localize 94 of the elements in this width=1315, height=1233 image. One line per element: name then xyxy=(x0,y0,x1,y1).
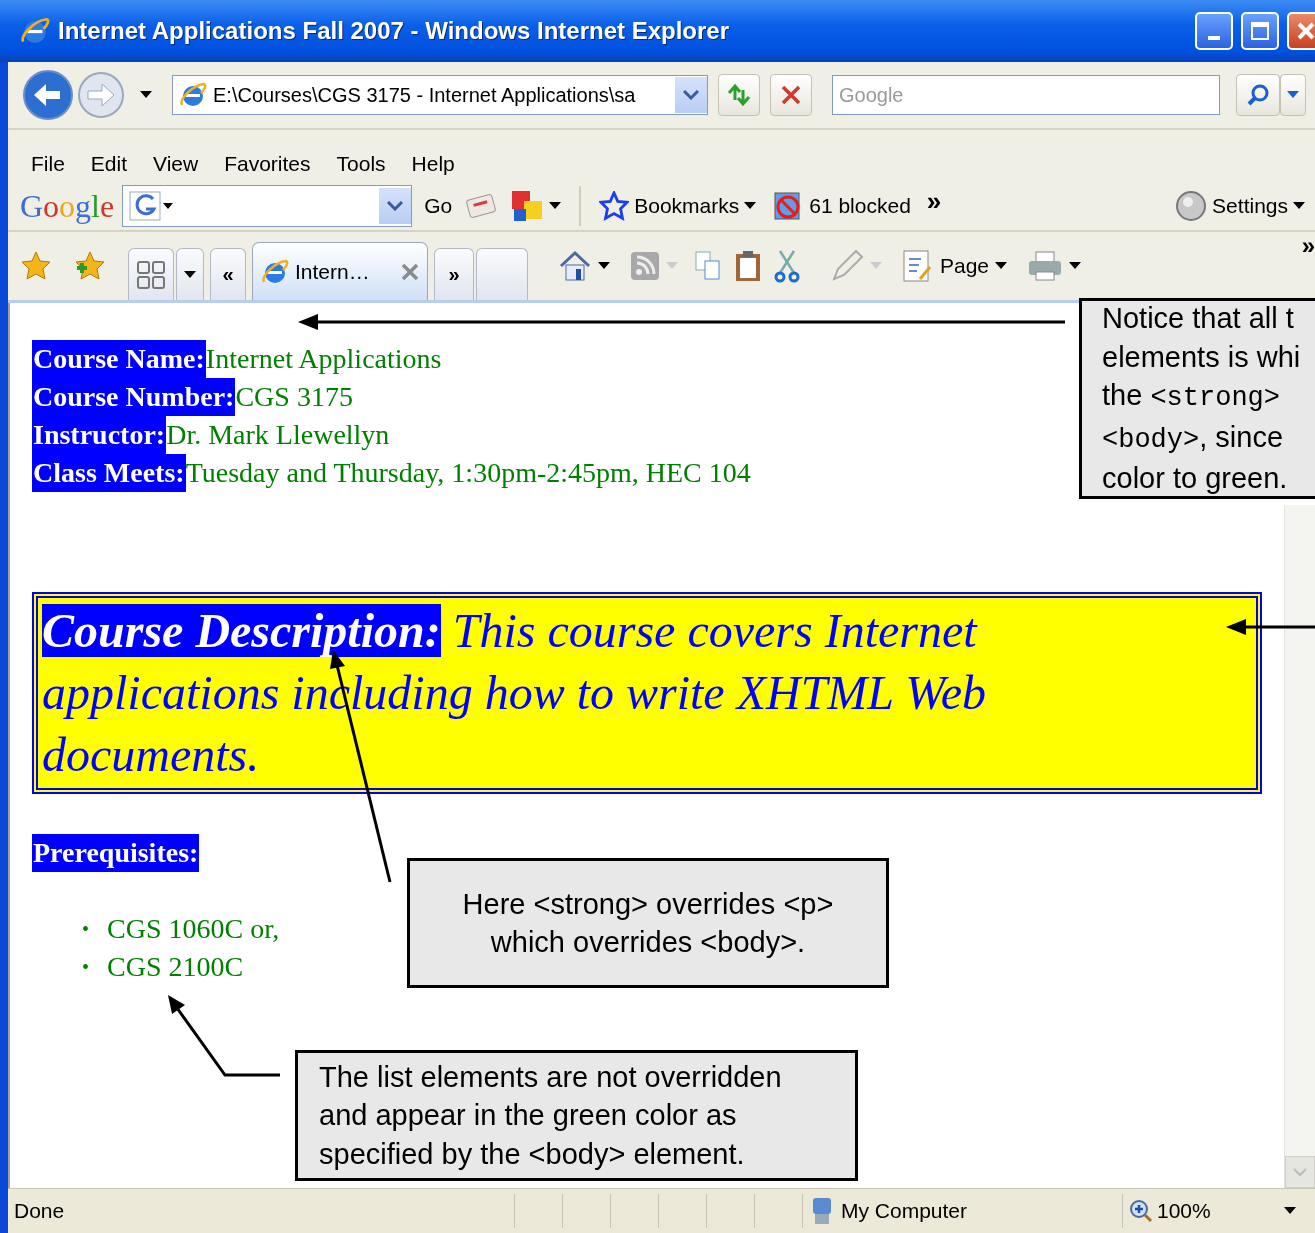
minimize-icon xyxy=(1208,36,1220,40)
prerequisites-label: Prerequisites: xyxy=(32,834,200,872)
zoom-icon xyxy=(1129,1199,1153,1223)
maximize-button[interactable] xyxy=(1241,12,1279,50)
caret-icon xyxy=(1293,202,1305,210)
stop-icon xyxy=(780,84,802,106)
chevron-icon xyxy=(683,90,699,100)
field-label: Course Number: xyxy=(32,378,236,416)
caret-icon xyxy=(184,270,196,279)
zoom-level[interactable]: 100% xyxy=(1157,1199,1211,1223)
stop-button[interactable] xyxy=(770,74,812,116)
field-label: Class Meets: xyxy=(32,454,186,492)
field-value: Tuesday and Thursday, 1:30pm-2:45pm, HEC 104 xyxy=(185,457,751,488)
google-search-field[interactable] xyxy=(122,185,413,227)
add-favorite-icon[interactable] xyxy=(74,250,106,282)
star-icon xyxy=(599,191,630,221)
more-button[interactable]: » xyxy=(1297,230,1315,262)
paste-icon[interactable] xyxy=(734,250,762,282)
ie-logo-icon xyxy=(261,257,289,286)
minimize-button[interactable] xyxy=(1195,12,1233,50)
menu-item[interactable]: Favorites xyxy=(217,150,318,178)
field-label: Instructor: xyxy=(32,416,167,454)
menu-item[interactable]: Edit xyxy=(83,150,135,178)
google-g-icon[interactable] xyxy=(129,190,176,222)
list-item: CGS 2100C xyxy=(107,950,244,984)
ie-logo-icon xyxy=(179,81,207,109)
go-button[interactable]: Go xyxy=(420,192,457,220)
pencil-icon xyxy=(830,249,864,283)
google-logo: Google xyxy=(20,187,115,225)
close-icon xyxy=(1296,21,1315,41)
feed-icon xyxy=(630,251,660,281)
refresh-button[interactable] xyxy=(718,74,760,116)
address-text: E:\Courses\CGS 3175 - Internet Applications\sa xyxy=(213,83,637,107)
printer-icon xyxy=(1027,250,1064,282)
settings-button[interactable]: Settings xyxy=(1171,188,1309,224)
zoom-menu-button[interactable] xyxy=(1284,1207,1296,1215)
field-value: CGS 3175 xyxy=(235,381,353,412)
menu-item[interactable]: File xyxy=(24,150,72,178)
window-title: Internet Applications Fall 2007 - Windows Internet Explorer xyxy=(58,17,730,45)
ie-logo-icon xyxy=(20,16,50,46)
more-button[interactable]: » xyxy=(922,183,946,219)
caret-icon xyxy=(1284,1207,1296,1215)
bookmarks-button[interactable]: Bookmarks xyxy=(595,189,761,223)
caret-icon xyxy=(666,262,678,270)
menu-item[interactable]: View xyxy=(146,150,206,178)
callout-text: Notice that all t elements is whi the <strong> <body>, since color to green. xyxy=(1102,301,1302,497)
menu-item[interactable]: Tools xyxy=(329,150,393,178)
settings-icon xyxy=(1175,190,1208,222)
scrollbar[interactable] xyxy=(1284,505,1315,1188)
forward-button[interactable] xyxy=(76,70,126,120)
tab-list-button[interactable] xyxy=(176,248,204,300)
refresh-icon xyxy=(725,83,753,107)
field-value: Dr. Mark Llewellyn xyxy=(166,419,390,450)
caret-icon xyxy=(995,262,1008,270)
status-text: Done xyxy=(13,1198,66,1224)
list-item: CGS 1060C or, xyxy=(107,912,280,946)
callout-text: The list elements are not overridden and appear in the green color as specified by the <body> element. xyxy=(319,1059,783,1172)
grid-icon xyxy=(136,259,166,290)
quick-tabs-button[interactable] xyxy=(128,248,174,300)
caret-icon xyxy=(870,262,882,270)
caret-icon xyxy=(1069,262,1082,270)
search-button[interactable] xyxy=(1236,74,1280,116)
field-label: Course Name: xyxy=(32,340,206,378)
caret-icon xyxy=(140,91,152,99)
cut-icon[interactable] xyxy=(774,249,800,283)
close-button[interactable] xyxy=(1287,12,1315,50)
menu-item[interactable]: Help xyxy=(404,150,462,178)
maximize-icon xyxy=(1250,21,1270,41)
popup-blocker-button[interactable]: 61 blocked xyxy=(768,188,915,224)
chevron-icon xyxy=(387,201,404,211)
dropdown-button[interactable] xyxy=(675,77,707,113)
blocks-icon xyxy=(510,189,545,223)
address-field[interactable]: E:\Courses\CGS 3175 - Internet Applications\sa xyxy=(172,75,708,115)
search-icon xyxy=(1246,83,1270,107)
scroll-left-button[interactable]: « xyxy=(210,248,246,300)
field-value: Internet Applications xyxy=(205,343,442,374)
caret-icon xyxy=(549,202,562,210)
bullet: • xyxy=(82,955,89,980)
back-button[interactable] xyxy=(22,69,74,121)
page-icon xyxy=(902,249,934,283)
star-icon[interactable] xyxy=(20,250,52,282)
caret-icon xyxy=(744,202,757,210)
zone-text: My Computer xyxy=(841,1199,968,1223)
dropdown-button[interactable] xyxy=(379,188,412,224)
search-options-button[interactable] xyxy=(1280,74,1306,116)
callout-text: Here <strong> overrides <p> which overrides <body>. xyxy=(461,887,835,960)
scroll-right-button[interactable]: » xyxy=(434,248,474,300)
caret-icon xyxy=(1287,91,1299,99)
page-button[interactable]: Page xyxy=(898,240,1012,292)
browser-tab[interactable]: Intern… xyxy=(252,242,428,300)
close-icon[interactable] xyxy=(401,262,419,281)
home-icon xyxy=(558,250,592,282)
caret-icon xyxy=(598,262,610,270)
bullet: • xyxy=(82,917,89,942)
